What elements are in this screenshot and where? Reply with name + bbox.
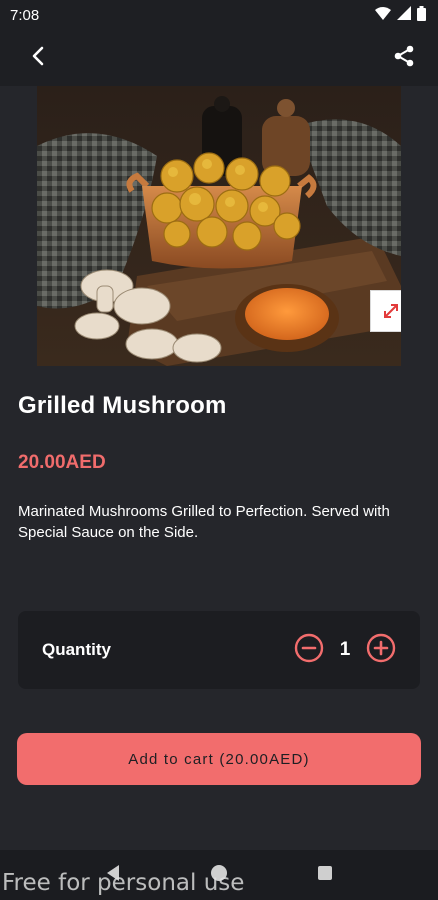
nav-back-icon [105,864,121,887]
status-icons [375,5,426,25]
back-arrow-icon [31,46,45,71]
top-app-bar [0,30,438,86]
decrement-button[interactable] [294,633,324,668]
nav-home-button[interactable] [199,855,239,895]
nav-recents-icon [317,865,333,886]
quantity-stepper: 1 [294,633,396,668]
system-nav-bar [0,850,438,900]
grilled-mushroom-photo [37,86,401,366]
nav-back-button[interactable] [93,855,133,895]
product-title: Grilled Mushroom [18,392,227,419]
quantity-card: Quantity 1 [18,611,420,689]
increment-button[interactable] [366,633,396,668]
add-to-cart-button[interactable]: Add to cart (20.00AED) [17,733,421,785]
nav-home-icon [210,864,228,887]
status-bar: 7:08 [0,0,438,30]
status-time: 7:08 [10,6,40,24]
signal-icon [397,6,411,24]
share-icon [393,45,415,72]
share-button[interactable] [386,40,422,76]
expand-image-button[interactable] [370,290,401,332]
wifi-icon [375,6,391,24]
plus-circle-icon [366,633,396,668]
minus-circle-icon [294,633,324,668]
expand-icon [381,301,401,321]
back-button[interactable] [20,40,56,76]
battery-icon [417,5,426,25]
product-image [37,86,401,366]
product-description: Marinated Mushrooms Grilled to Perfectio… [18,503,390,541]
quantity-value: 1 [339,639,351,660]
quantity-label: Quantity [42,640,111,659]
product-price: 20.00AED [18,452,106,473]
nav-recents-button[interactable] [305,855,345,895]
